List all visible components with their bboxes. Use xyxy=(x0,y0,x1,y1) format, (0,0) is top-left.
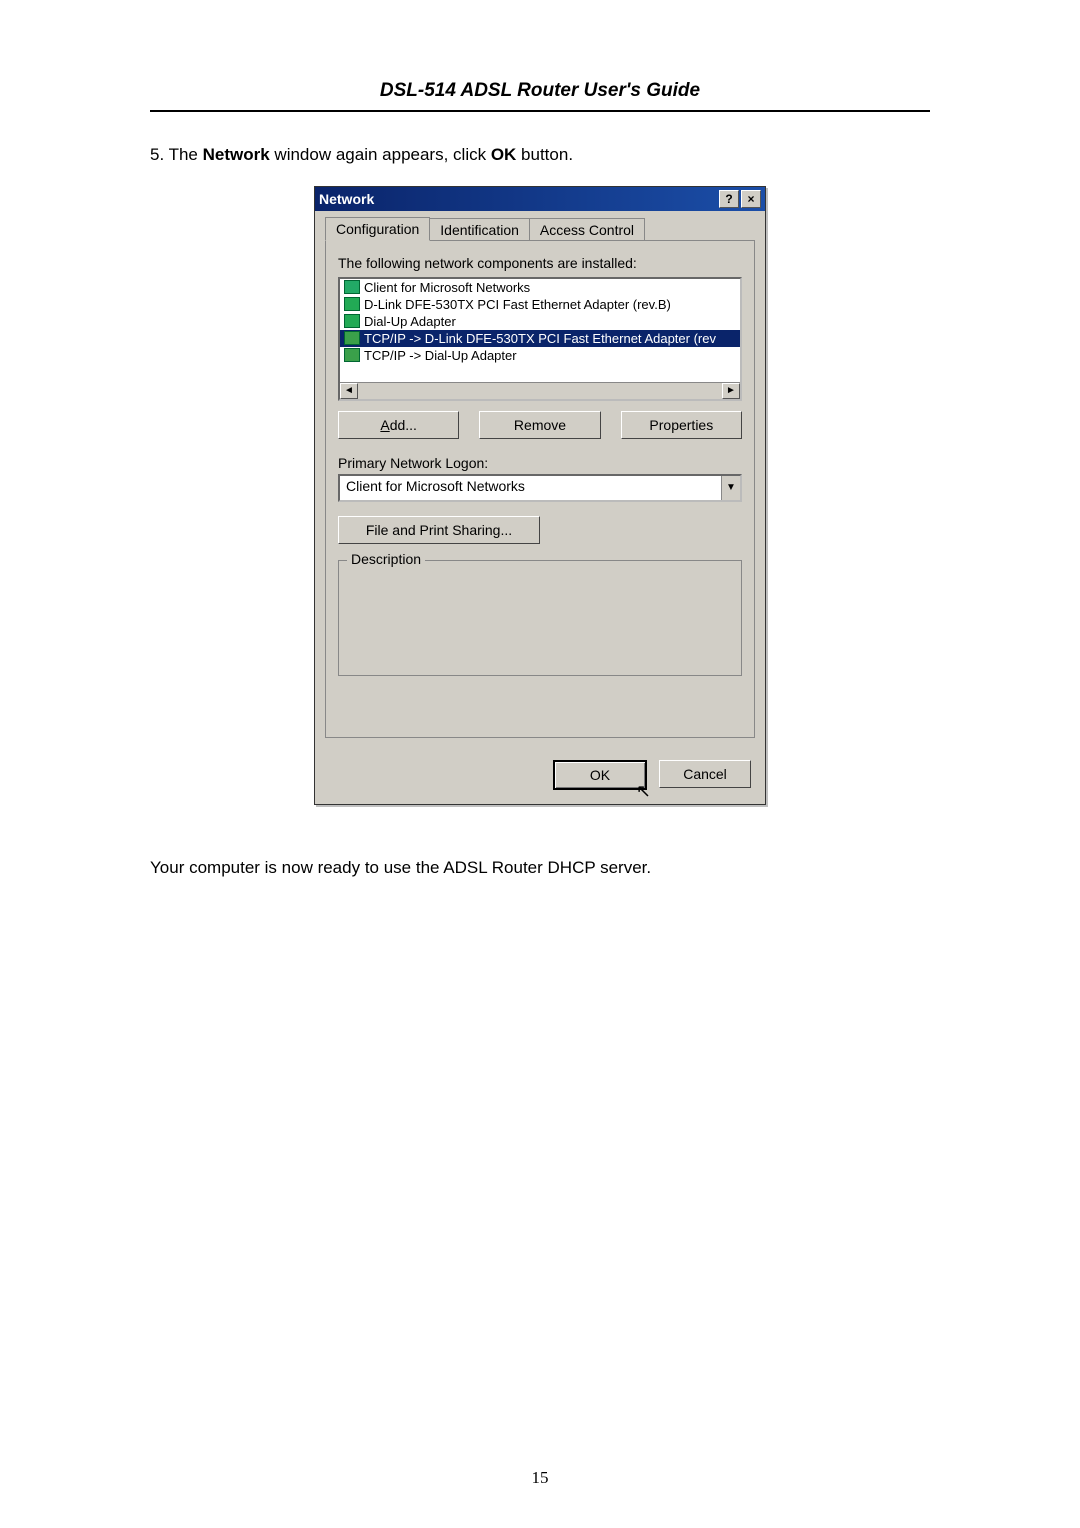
list-item[interactable]: Dial-Up Adapter xyxy=(340,313,740,330)
cursor-icon: ↖ xyxy=(636,781,651,802)
remove-button-label: Remove xyxy=(514,417,566,433)
add-button-label: Add... xyxy=(380,417,417,433)
description-groupbox: Description xyxy=(338,560,742,676)
cancel-button[interactable]: Cancel xyxy=(659,760,751,788)
client-icon xyxy=(344,280,360,294)
adapter-icon xyxy=(344,314,360,328)
closing-text: Your computer is now ready to use the AD… xyxy=(150,855,930,881)
close-button[interactable]: × xyxy=(741,190,761,208)
list-item[interactable]: TCP/IP -> Dial-Up Adapter xyxy=(340,347,740,364)
file-print-sharing-label: File and Print Sharing... xyxy=(366,522,512,538)
primary-logon-dropdown[interactable]: Client for Microsoft Networks ▼ xyxy=(338,474,742,502)
list-item-label: TCP/IP -> Dial-Up Adapter xyxy=(364,348,517,363)
ok-button-label: OK xyxy=(590,767,610,783)
file-print-sharing-button[interactable]: File and Print Sharing... xyxy=(338,516,540,544)
help-button[interactable]: ? xyxy=(719,190,739,208)
step-suffix: button. xyxy=(516,145,573,164)
scroll-left-button[interactable]: ◄ xyxy=(340,383,358,399)
properties-button-label: Properties xyxy=(649,417,713,433)
remove-button[interactable]: Remove xyxy=(479,411,600,439)
properties-button[interactable]: Properties xyxy=(621,411,742,439)
horizontal-scrollbar[interactable]: ◄ ► xyxy=(340,382,740,399)
list-item-label: Client for Microsoft Networks xyxy=(364,280,530,295)
dialog-footer: OK ↖ Cancel xyxy=(315,748,765,804)
primary-logon-value: Client for Microsoft Networks xyxy=(340,476,721,500)
step-bold-ok: OK xyxy=(491,145,517,164)
description-legend: Description xyxy=(347,551,425,567)
dialog-figure: Network ? × Configuration Identification… xyxy=(150,186,930,805)
step-5-text: 5. The Network window again appears, cli… xyxy=(150,142,930,168)
list-item[interactable]: TCP/IP -> D-Link DFE-530TX PCI Fast Ethe… xyxy=(340,330,740,347)
ok-button[interactable]: OK ↖ xyxy=(553,760,647,790)
list-item[interactable]: Client for Microsoft Networks xyxy=(340,279,740,296)
add-button[interactable]: Add... xyxy=(338,411,459,439)
dialog-title: Network xyxy=(319,191,374,207)
step-prefix: 5. The xyxy=(150,145,203,164)
chevron-down-icon[interactable]: ▼ xyxy=(721,476,740,500)
titlebar[interactable]: Network ? × xyxy=(315,187,765,211)
network-dialog: Network ? × Configuration Identification… xyxy=(314,186,766,805)
list-item-label: TCP/IP -> D-Link DFE-530TX PCI Fast Ethe… xyxy=(364,331,716,346)
step-bold-network: Network xyxy=(203,145,270,164)
configuration-panel: The following network components are ins… xyxy=(325,240,755,738)
cancel-button-label: Cancel xyxy=(683,766,727,782)
scroll-right-button[interactable]: ► xyxy=(722,383,740,399)
page-header: DSL-514 ADSL Router User's Guide xyxy=(150,80,930,110)
protocol-icon xyxy=(344,331,360,345)
page-number: 15 xyxy=(0,1468,1080,1488)
step-mid: window again appears, click xyxy=(270,145,491,164)
header-rule xyxy=(150,110,930,112)
primary-logon-label: Primary Network Logon: xyxy=(338,455,742,471)
list-item-label: D-Link DFE-530TX PCI Fast Ethernet Adapt… xyxy=(364,297,671,312)
list-item[interactable]: D-Link DFE-530TX PCI Fast Ethernet Adapt… xyxy=(340,296,740,313)
adapter-icon xyxy=(344,297,360,311)
tab-access-control[interactable]: Access Control xyxy=(529,218,645,241)
components-listbox[interactable]: Client for Microsoft Networks D-Link DFE… xyxy=(338,277,742,401)
tab-identification[interactable]: Identification xyxy=(429,218,530,241)
list-item-label: Dial-Up Adapter xyxy=(364,314,456,329)
tab-configuration[interactable]: Configuration xyxy=(325,217,430,241)
components-label: The following network components are ins… xyxy=(338,255,742,271)
protocol-icon xyxy=(344,348,360,362)
tab-strip: Configuration Identification Access Cont… xyxy=(325,217,755,241)
